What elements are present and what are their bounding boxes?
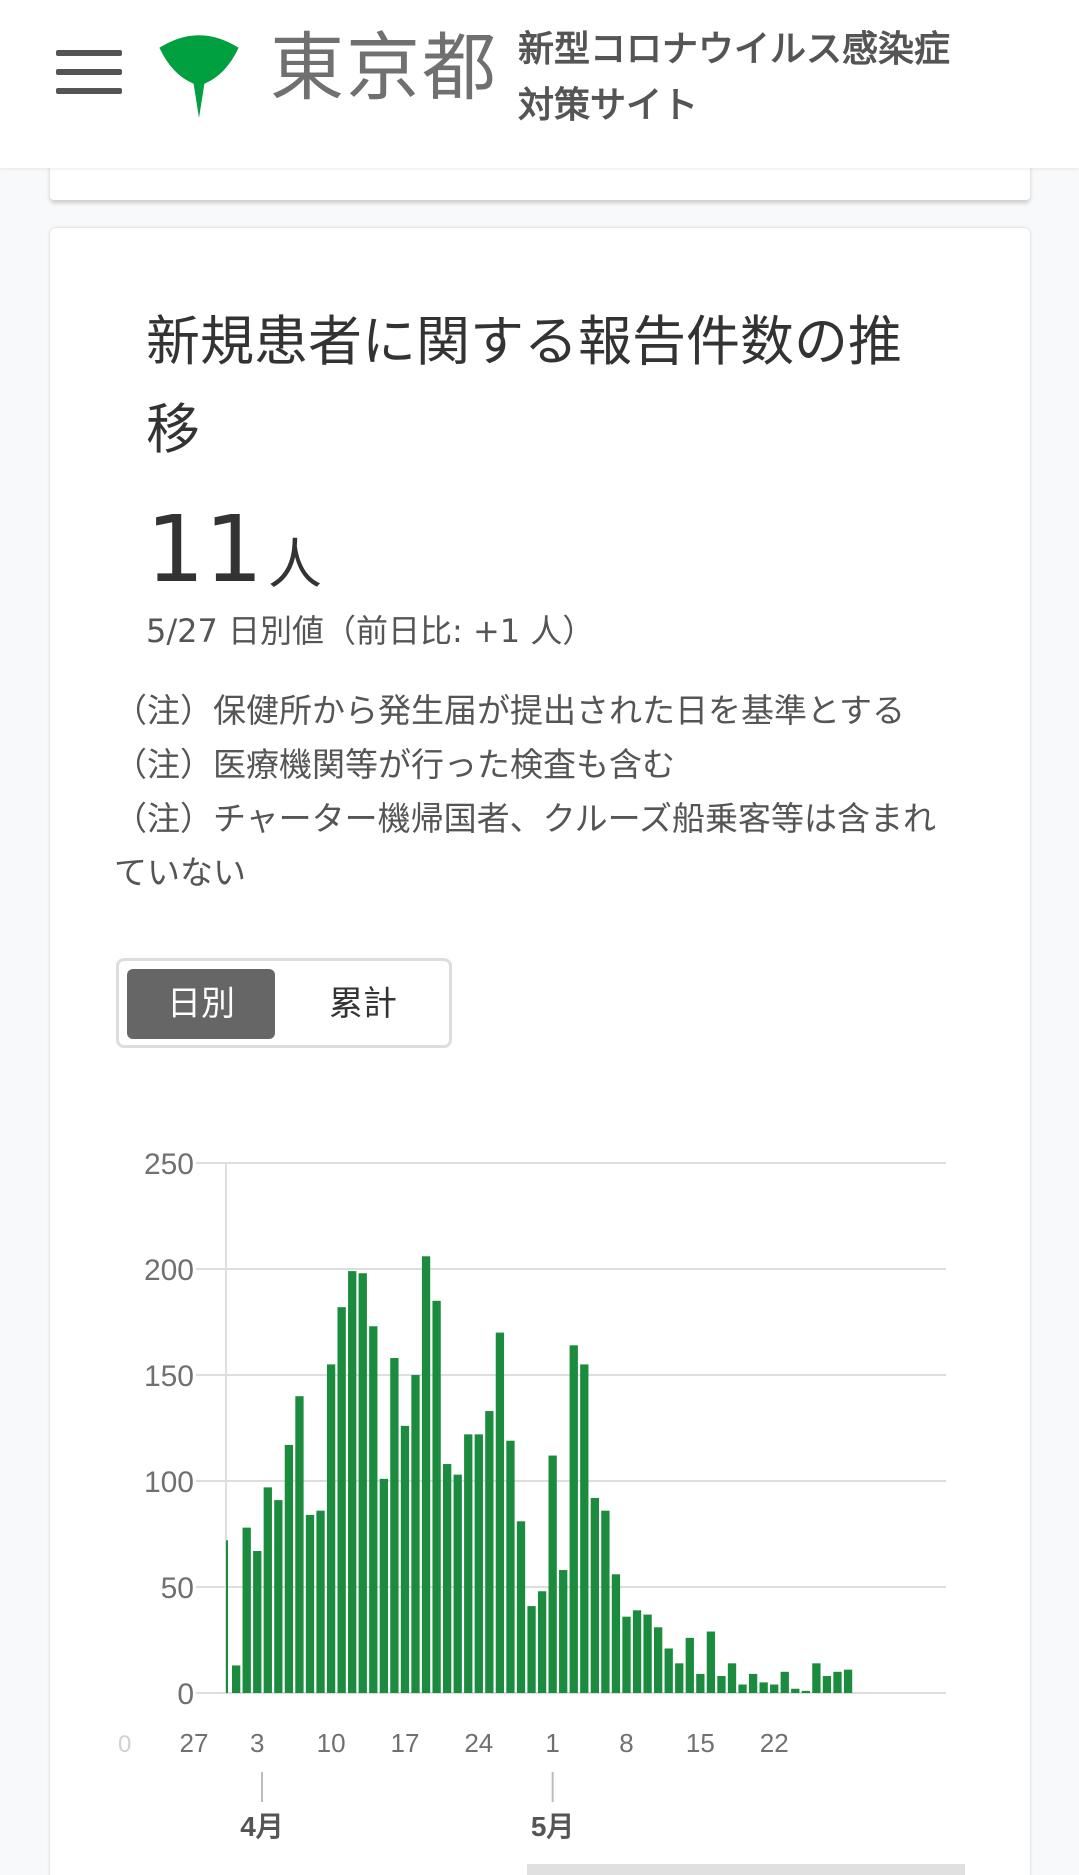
bar: [305, 1514, 315, 1693]
bar-chart: 0 50 100 150 200 250 0 27 3 10 17 24 1 8 15 22 4月 5月: [118, 1148, 946, 1842]
bar: [748, 1673, 758, 1693]
x-tick-label: 3: [250, 1728, 264, 1758]
y-tick-label: 100: [144, 1466, 194, 1499]
bar: [400, 1425, 410, 1693]
bar: [559, 1570, 568, 1693]
x-tick-label: 8: [619, 1728, 633, 1758]
y-tick-label: 0: [177, 1678, 194, 1711]
bar: [632, 1610, 642, 1693]
site-title-line1: 新型コロナウイルス感染症: [518, 29, 951, 70]
bar: [474, 1434, 483, 1693]
toggle-cumulative-button[interactable]: 累計: [289, 969, 437, 1039]
bar: [432, 1300, 441, 1693]
x-tick-label: 1: [545, 1728, 559, 1758]
bar: [348, 1271, 357, 1693]
value-subtitle: 5/27 日別値（前日比: +1 人）: [146, 612, 595, 650]
bar: [833, 1671, 842, 1693]
bar: [411, 1375, 420, 1693]
bar: [421, 1256, 431, 1693]
value-number: 11: [146, 496, 264, 603]
bar: [464, 1434, 473, 1693]
bar: [569, 1345, 578, 1693]
x-tick-label: 10: [317, 1728, 346, 1758]
bar: [664, 1648, 673, 1693]
bar: [812, 1663, 821, 1693]
bar: [537, 1591, 547, 1693]
x-tick-label: 22: [760, 1728, 789, 1758]
x-tick-fragment: 0: [118, 1731, 131, 1758]
x-tick-label: 17: [390, 1728, 419, 1758]
y-tick-label: 250: [144, 1148, 194, 1181]
note-item: （注）チャーター機帰国者、クルーズ船乗客等は含まれていない: [114, 799, 937, 892]
bar: [485, 1411, 494, 1693]
bar: [791, 1688, 800, 1693]
bar: [379, 1478, 388, 1693]
bar: [369, 1326, 378, 1693]
x-tick-label: 15: [686, 1728, 715, 1758]
bar: [696, 1673, 705, 1693]
bar: [226, 1540, 228, 1693]
bar: [780, 1671, 789, 1693]
bar: [390, 1358, 399, 1693]
bar: [326, 1364, 336, 1693]
bar: [295, 1396, 304, 1693]
toggle-daily-button[interactable]: 日別: [127, 969, 275, 1039]
org-name[interactable]: 東京都: [270, 28, 498, 108]
data-toggle: 日別 累計: [116, 958, 452, 1048]
bar: [316, 1510, 325, 1693]
bar: [685, 1637, 694, 1693]
bar: [706, 1631, 716, 1693]
x-tick-label: 24: [464, 1728, 493, 1758]
site-header: 東京都 新型コロナウイルス感染症 対策サイト: [0, 0, 1079, 168]
tokyo-logo-icon[interactable]: [154, 28, 244, 118]
site-title[interactable]: 新型コロナウイルス感染症 対策サイト: [518, 22, 950, 134]
bar: [801, 1690, 810, 1693]
bar: [337, 1307, 346, 1693]
bar: [770, 1684, 779, 1693]
bar: [622, 1616, 631, 1693]
note-item: （注）保健所から発生届が提出された日を基準とする: [114, 691, 906, 730]
month-label: 4月: [240, 1811, 284, 1842]
hamburger-menu-icon[interactable]: [56, 50, 122, 94]
bar: [601, 1510, 610, 1693]
bar: [548, 1455, 557, 1693]
value-unit: 人: [268, 533, 322, 596]
bar: [284, 1444, 294, 1693]
bar: [643, 1614, 652, 1693]
bar: [358, 1273, 367, 1693]
bar: [611, 1574, 621, 1693]
bar: [843, 1669, 853, 1693]
month-label: 5月: [531, 1811, 575, 1842]
bar: [516, 1521, 526, 1693]
bar: [443, 1464, 452, 1693]
bar: [263, 1487, 272, 1693]
bar: [253, 1550, 262, 1693]
note-item: （注）医療機関等が行った検査も含む: [114, 745, 675, 784]
bar: [495, 1332, 505, 1693]
chart-scrollbar[interactable]: [527, 1864, 965, 1875]
bar: [675, 1663, 684, 1693]
notes: （注）保健所から発生届が提出された日を基準とする （注）医療機関等が行った検査も…: [114, 684, 954, 900]
card-title: 新規患者に関する報告件数の推移: [146, 310, 902, 461]
bar: [232, 1665, 241, 1693]
bar: [506, 1440, 515, 1693]
bar: [759, 1682, 768, 1693]
bar: [527, 1606, 536, 1693]
y-tick-label: 150: [144, 1360, 194, 1393]
bar: [727, 1663, 737, 1693]
bar: [242, 1527, 251, 1693]
site-title-line2: 対策サイト: [518, 85, 699, 126]
bar: [453, 1474, 462, 1693]
y-tick-label: 50: [161, 1572, 194, 1605]
x-tick-label: 27: [179, 1728, 208, 1758]
bar: [654, 1627, 663, 1693]
bar: [822, 1676, 832, 1693]
y-tick-label: 200: [144, 1254, 194, 1287]
bar: [590, 1497, 599, 1693]
bar: [738, 1684, 747, 1693]
bar: [274, 1500, 283, 1693]
bar: [580, 1364, 589, 1693]
bar: [717, 1676, 726, 1693]
